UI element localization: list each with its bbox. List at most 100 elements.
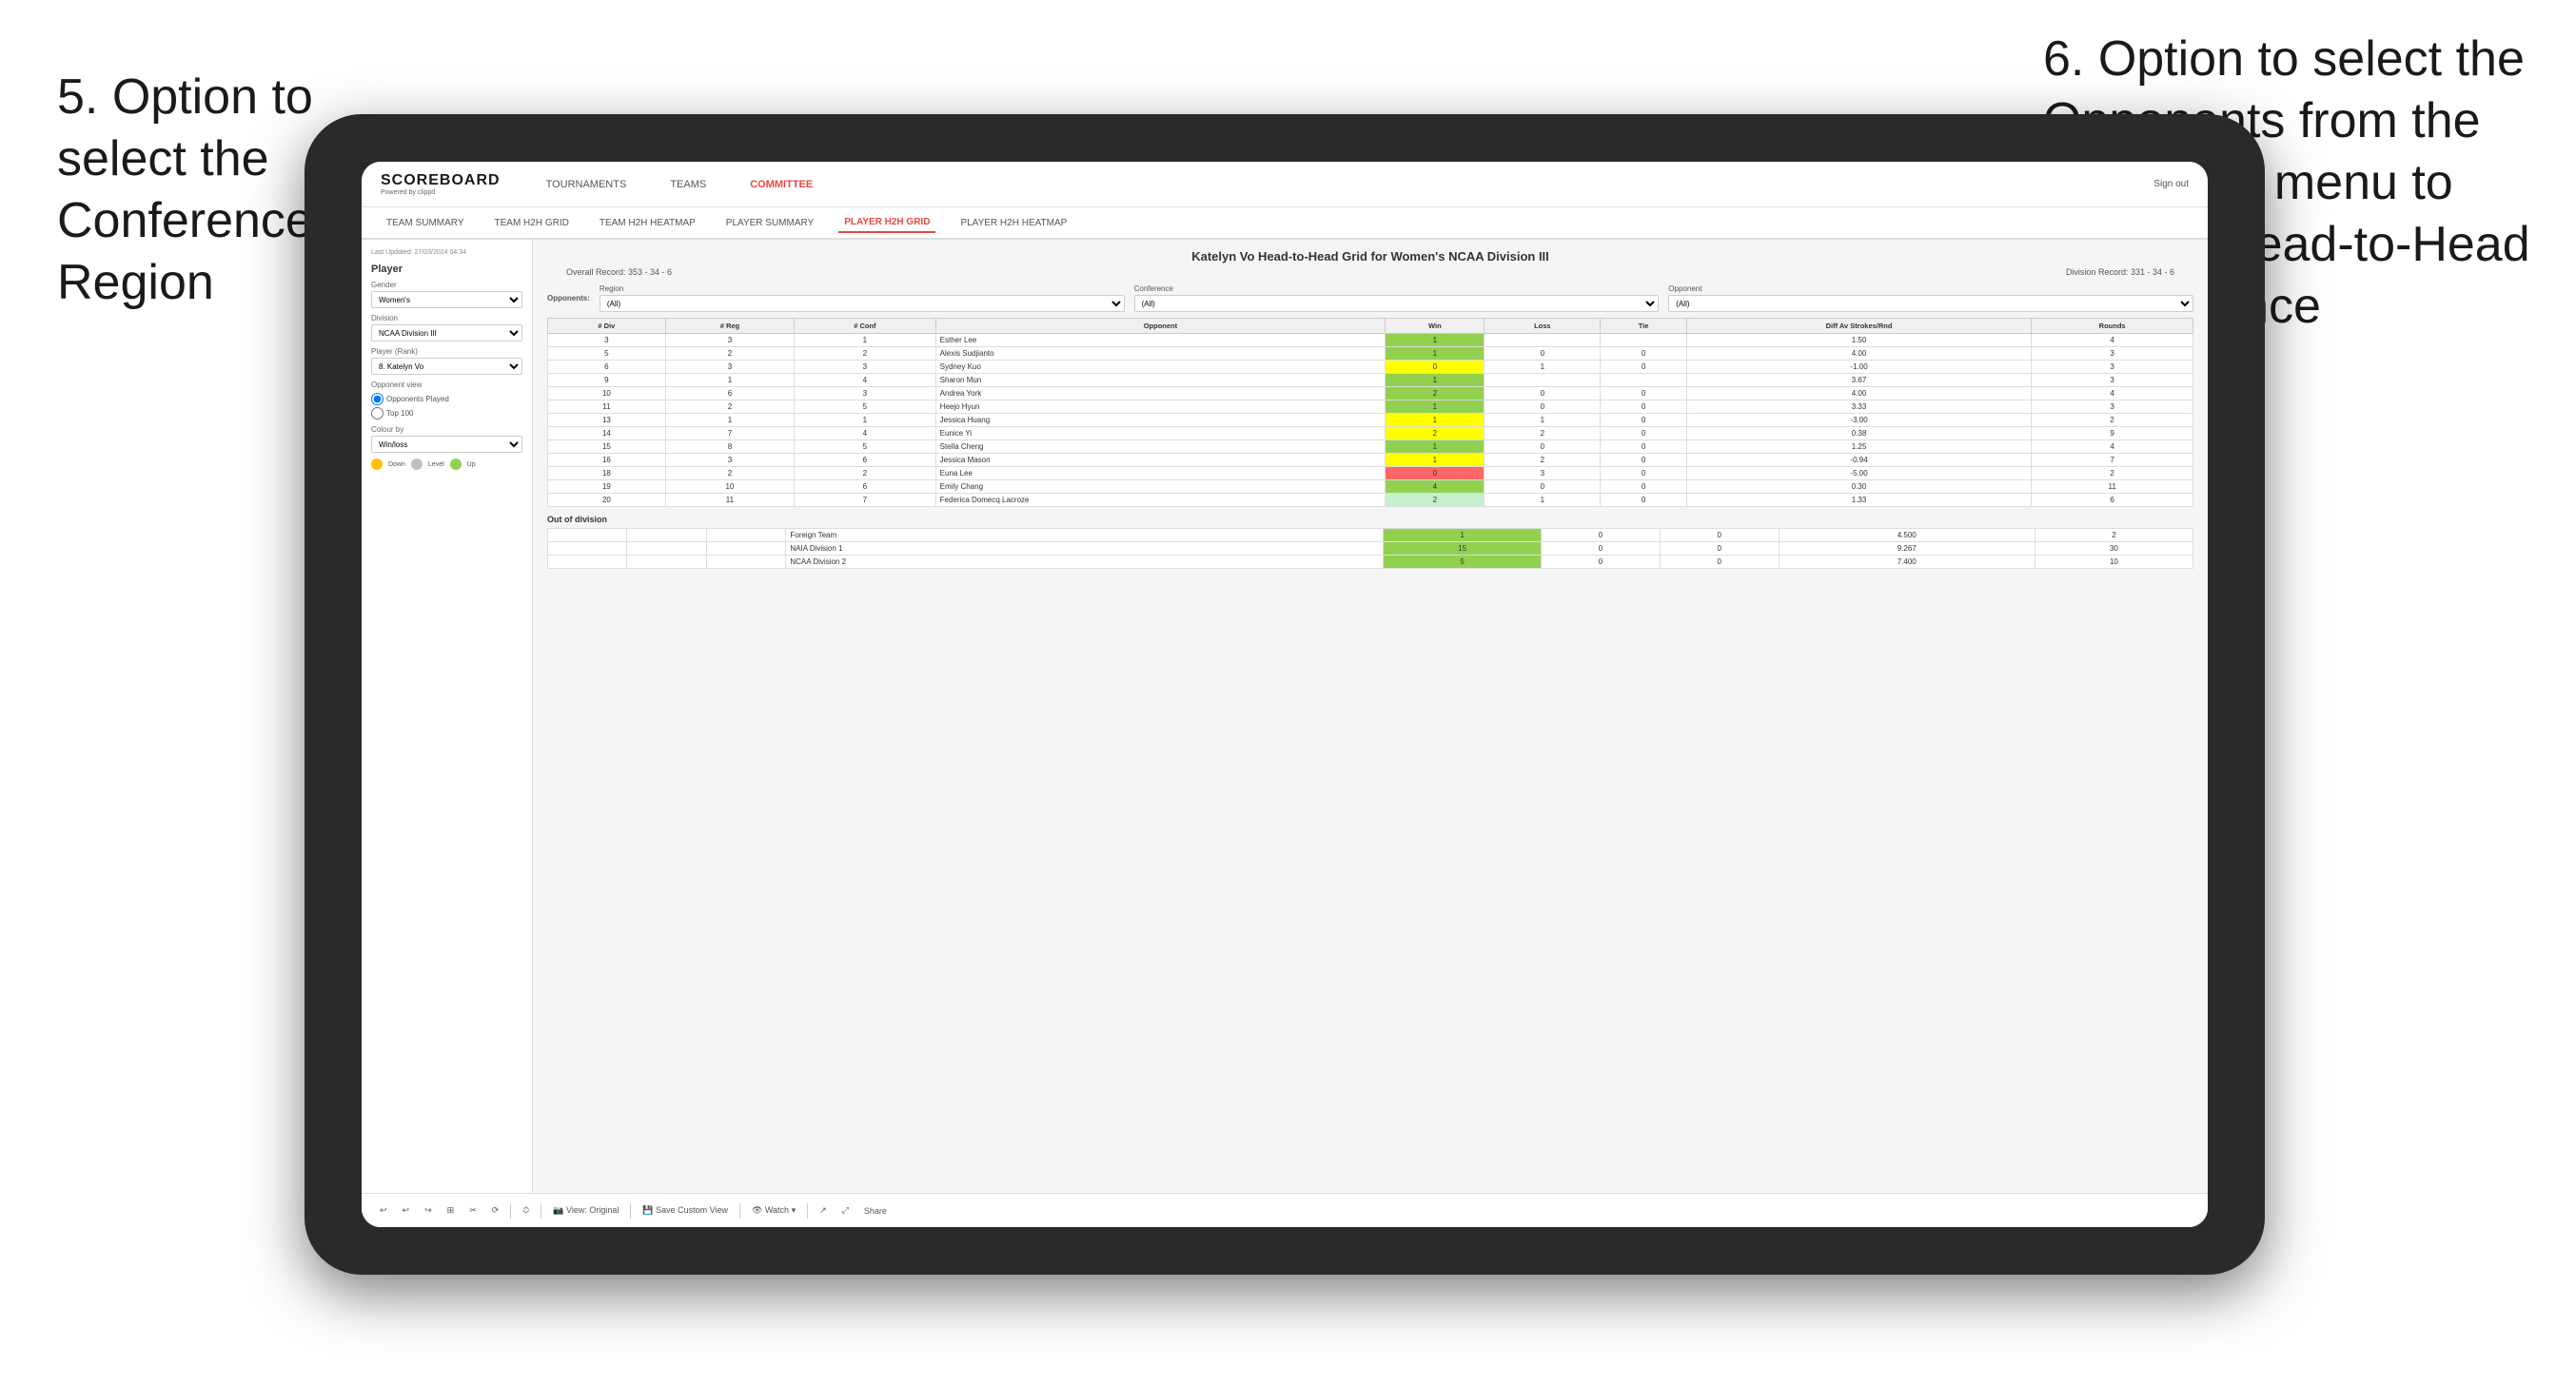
cell-div: 10: [548, 387, 666, 400]
nav-teams[interactable]: TEAMS: [662, 175, 714, 194]
sub-nav-player-h2h-heatmap[interactable]: PLAYER H2H HEATMAP: [954, 214, 1072, 232]
sidebar-colour-by-select[interactable]: Win/loss: [371, 436, 522, 453]
cell-rounds: 3: [2032, 400, 2193, 414]
cell-conf: 4: [795, 374, 936, 387]
toolbar-save-custom-view[interactable]: 💾 Save Custom View: [639, 1203, 732, 1218]
cell-diff: 4.00: [1686, 347, 2031, 361]
cell-conf: 3: [795, 387, 936, 400]
sidebar-player-rank-select[interactable]: 8. Katelyn Vo: [371, 358, 522, 375]
sub-nav-team-h2h-grid[interactable]: TEAM H2H GRID: [489, 214, 575, 232]
cell-win: 0: [1386, 361, 1485, 374]
cell-div: 20: [548, 494, 666, 507]
filter-region-group: Region (All): [600, 284, 1125, 312]
od-cell-win: 15: [1384, 542, 1542, 556]
toolbar-cut[interactable]: ✂: [465, 1203, 481, 1218]
cell-opponent: Esther Lee: [935, 334, 1386, 347]
opponents-filter-label: Opponents:: [547, 294, 590, 303]
cell-diff: 0.30: [1686, 480, 2031, 494]
color-down-label: Down: [388, 461, 405, 468]
cell-diff: -5.00: [1686, 467, 2031, 480]
toolbar-undo2[interactable]: ↩: [399, 1203, 414, 1218]
cell-loss: [1485, 374, 1601, 387]
toolbar-expand[interactable]: ⤢: [838, 1203, 853, 1218]
cell-diff: 1.50: [1686, 334, 2031, 347]
filter-conference-select[interactable]: (All): [1134, 295, 1660, 312]
cell-reg: 8: [665, 440, 794, 454]
sub-nav-team-summary[interactable]: TEAM SUMMARY: [381, 214, 470, 232]
sub-nav-team-h2h-heatmap[interactable]: TEAM H2H HEATMAP: [594, 214, 701, 232]
od-cell-diff: 9.267: [1779, 542, 2035, 556]
sub-nav-player-summary[interactable]: PLAYER SUMMARY: [720, 214, 819, 232]
color-down: [371, 459, 383, 470]
cell-win: 0: [1386, 467, 1485, 480]
sign-out[interactable]: Sign out: [2153, 179, 2189, 189]
col-opponent: Opponent: [935, 319, 1386, 334]
cell-div: 19: [548, 480, 666, 494]
cell-diff: 3.33: [1686, 400, 2031, 414]
col-rounds: Rounds: [2032, 319, 2193, 334]
table-row: 19 10 6 Emily Chang 4 0 0 0.30 11: [548, 480, 2193, 494]
toolbar-timer[interactable]: ⏱: [519, 1203, 533, 1218]
out-of-division-row: NAIA Division 1 15 0 0 9.267 30: [548, 542, 2193, 556]
cell-tie: 0: [1601, 467, 1687, 480]
col-diff: Diff Av Strokes/Rnd: [1686, 319, 2031, 334]
cell-opponent: Euna Lee: [935, 467, 1386, 480]
cell-reg: 6: [665, 387, 794, 400]
toolbar-watch[interactable]: 👁 Watch ▾: [748, 1203, 799, 1218]
sub-nav-player-h2h-grid[interactable]: PLAYER H2H GRID: [838, 213, 935, 233]
sidebar: Last Updated: 27/03/2024 04:34 Player Ge…: [362, 240, 533, 1227]
sidebar-radio-opponents-played[interactable]: Opponents Played: [371, 393, 522, 405]
od-cell-loss: 0: [1542, 542, 1661, 556]
cell-rounds: 9: [2032, 427, 2193, 440]
table-row: 5 2 2 Alexis Sudjianto 1 0 0 4.00 3: [548, 347, 2193, 361]
sidebar-radio-top100[interactable]: Top 100: [371, 407, 522, 420]
od-cell-diff: 4.500: [1779, 529, 2035, 542]
cell-reg: 10: [665, 480, 794, 494]
filter-region-select[interactable]: (All): [600, 295, 1125, 312]
cell-rounds: 3: [2032, 361, 2193, 374]
od-cell-loss: 0: [1542, 556, 1661, 569]
filter-opponent-select[interactable]: (All): [1668, 295, 2193, 312]
od-cell-diff: 7.400: [1779, 556, 2035, 569]
nav-tournaments[interactable]: TOURNAMENTS: [539, 175, 635, 194]
cell-div: 5: [548, 347, 666, 361]
cell-reg: 11: [665, 494, 794, 507]
nav-committee[interactable]: COMMITTEE: [742, 175, 820, 194]
toolbar-view-original[interactable]: 📷 View: Original: [549, 1203, 622, 1218]
od-cell-win: 5: [1384, 556, 1542, 569]
cell-div: 13: [548, 414, 666, 427]
cell-rounds: 3: [2032, 374, 2193, 387]
sidebar-color-row: Down Level Up: [371, 459, 522, 470]
toolbar-share[interactable]: Share: [860, 1204, 891, 1218]
od-cell-div: [548, 556, 627, 569]
table-row: 9 1 4 Sharon Mun 1 3.67 3: [548, 374, 2193, 387]
cell-reg: 7: [665, 427, 794, 440]
cell-opponent: Sharon Mun: [935, 374, 1386, 387]
main-data-table: # Div # Reg # Conf Opponent Win Loss Tie…: [547, 318, 2193, 507]
report-title: Katelyn Vo Head-to-Head Grid for Women's…: [547, 249, 2193, 264]
toolbar-export[interactable]: ↗: [816, 1203, 831, 1218]
cell-reg: 1: [665, 414, 794, 427]
cell-tie: 0: [1601, 414, 1687, 427]
od-cell-div: [548, 542, 627, 556]
col-div: # Div: [548, 319, 666, 334]
toolbar-refresh[interactable]: ⟳: [488, 1203, 503, 1218]
od-cell-conf: [706, 556, 785, 569]
od-cell-reg: [627, 529, 706, 542]
cell-loss: 0: [1485, 480, 1601, 494]
od-cell-tie: 0: [1660, 556, 1779, 569]
sidebar-gender-select[interactable]: Women's Men's: [371, 291, 522, 308]
toolbar-redo[interactable]: ↪: [421, 1203, 436, 1218]
sidebar-division-select[interactable]: NCAA Division III NCAA Division I NCAA D…: [371, 324, 522, 342]
cell-diff: -0.94: [1686, 454, 2031, 467]
cell-diff: 1.33: [1686, 494, 2031, 507]
toolbar-grid[interactable]: ⊞: [443, 1203, 459, 1218]
toolbar-undo[interactable]: ↩: [376, 1203, 391, 1218]
od-cell-loss: 0: [1542, 529, 1661, 542]
col-conf: # Conf: [795, 319, 936, 334]
filter-opponent-label: Opponent: [1668, 284, 2193, 293]
od-cell-reg: [627, 542, 706, 556]
cell-tie: 0: [1601, 454, 1687, 467]
od-cell-tie: 0: [1660, 529, 1779, 542]
cell-opponent: Stella Cheng: [935, 440, 1386, 454]
